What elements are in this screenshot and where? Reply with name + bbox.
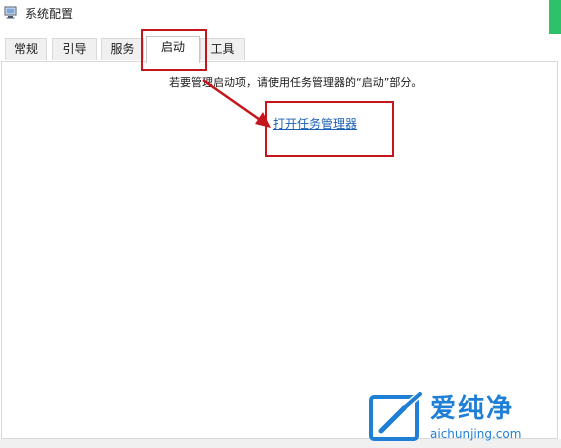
tab-strip: 常规 引导 服务 启动 工具	[0, 36, 561, 63]
system-config-window: 系统配置 常规 引导 服务 启动 工具 若要管理启动项，请使用任务管理器的“启动…	[0, 0, 561, 448]
watermark-logo-icon	[369, 392, 422, 441]
tab-tools[interactable]: 工具	[200, 38, 245, 60]
tab-startup[interactable]: 启动	[146, 36, 200, 63]
tab-services[interactable]: 服务	[101, 38, 144, 60]
accent-bar	[549, 0, 561, 34]
watermark-url: aichunjing.com	[430, 427, 522, 441]
title-bar[interactable]: 系统配置	[0, 0, 549, 30]
tab-boot[interactable]: 引导	[52, 38, 97, 60]
watermark: 爱纯净 aichunjing.com	[368, 392, 558, 444]
watermark-name: 爱纯净	[430, 394, 515, 424]
tab-general[interactable]: 常规	[5, 38, 47, 60]
open-task-manager-link[interactable]: 打开任务管理器	[273, 117, 357, 132]
system-config-icon	[4, 6, 17, 19]
startup-instruction-text: 若要管理启动项，请使用任务管理器的“启动”部分。	[169, 76, 423, 89]
window-title: 系统配置	[25, 7, 74, 21]
